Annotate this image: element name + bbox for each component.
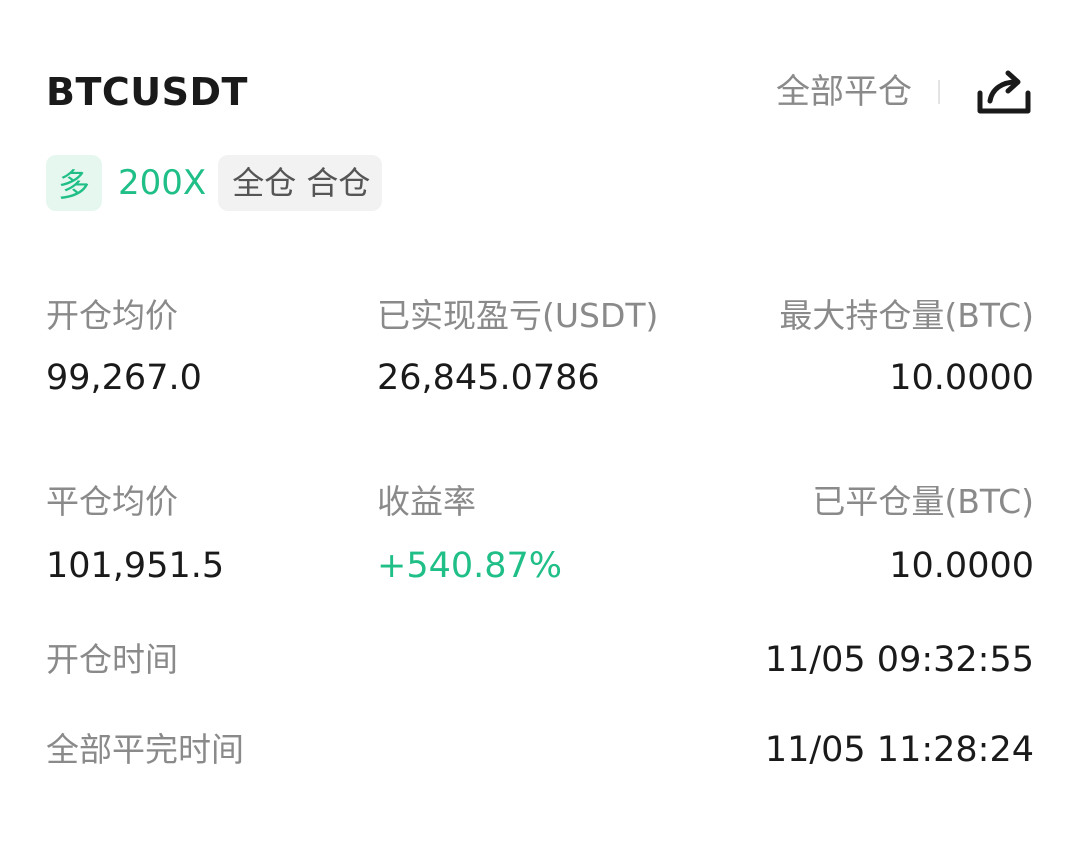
open-avg-price-value: 99,267.0 (46, 358, 202, 398)
close-time-value: 11/05 11:28:24 (764, 730, 1034, 770)
closed-amount-value: 10.0000 (889, 546, 1034, 586)
symbol-title: BTCUSDT (46, 70, 248, 114)
share-button[interactable] (974, 62, 1034, 122)
share-icon (977, 70, 1031, 114)
roi-value: +540.87% (377, 546, 563, 586)
close-time-label: 全部平完时间 (46, 730, 244, 769)
margin-mode-badge: 全仓 合仓 (218, 155, 383, 211)
closed-amount-label: 已平仓量(BTC) (812, 482, 1034, 521)
realized-pnl-label: 已实现盈亏(USDT) (377, 296, 659, 335)
open-avg-price-label: 开仓均价 (46, 296, 178, 335)
header-divider (938, 80, 940, 104)
leverage-badge: 200X (118, 163, 207, 203)
max-position-value: 10.0000 (889, 358, 1034, 398)
position-tags: 多 200X 全仓 合仓 (46, 154, 383, 212)
open-time-value: 11/05 09:32:55 (764, 640, 1034, 680)
side-badge: 多 (46, 155, 102, 211)
open-time-label: 开仓时间 (46, 640, 178, 679)
position-header: BTCUSDT 全部平仓 (46, 62, 1034, 126)
max-position-label: 最大持仓量(BTC) (779, 296, 1034, 335)
close-all-button[interactable]: 全部平仓 (776, 62, 912, 122)
close-avg-price-value: 101,951.5 (46, 546, 225, 586)
realized-pnl-value: 26,845.0786 (377, 358, 600, 398)
roi-label: 收益率 (377, 482, 476, 521)
close-avg-price-label: 平仓均价 (46, 482, 178, 521)
